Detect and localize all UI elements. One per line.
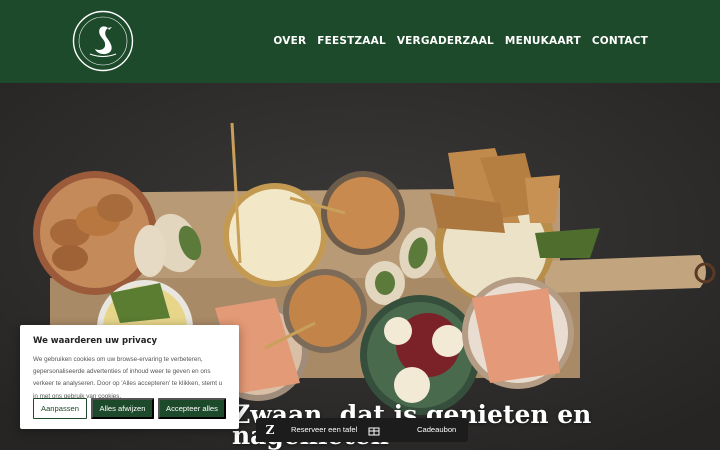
nav-over[interactable]: OVER — [273, 35, 306, 47]
cookie-description: We gebruiken cookies om uw browse-ervari… — [33, 356, 223, 400]
nav-contact[interactable]: CONTACT — [592, 35, 648, 47]
reject-all-button[interactable]: Alles afwijzen — [91, 398, 154, 419]
swan-z-icon[interactable]: Z — [262, 422, 278, 438]
site-logo[interactable] — [72, 10, 134, 72]
customize-button[interactable]: Aanpassen — [33, 398, 87, 419]
gift-voucher-link[interactable]: Cadeaubon — [417, 425, 456, 434]
gift-card-icon[interactable] — [368, 424, 380, 436]
nav-feestzaal[interactable]: FEESTZAAL — [317, 35, 386, 47]
main-nav: OVER FEESTZAAL VERGADERZAAL MENUKAART CO… — [273, 35, 648, 47]
reserve-table-link[interactable]: Reserveer een tafel — [291, 425, 357, 434]
swan-logo-icon — [72, 10, 134, 72]
cookie-consent-dialog: We waarderen uw privacy We gebruiken coo… — [20, 325, 239, 429]
nav-menukaart[interactable]: MENUKAART — [505, 35, 581, 47]
nav-vergaderzaal[interactable]: VERGADERZAAL — [397, 35, 494, 47]
accept-all-button[interactable]: Accepteer alles — [158, 398, 226, 419]
bottom-action-bar: Z Reserveer een tafel Cadeaubon — [256, 418, 468, 442]
site-header: OVER FEESTZAAL VERGADERZAAL MENUKAART CO… — [0, 0, 720, 83]
cookie-title: We waarderen uw privacy — [33, 336, 158, 346]
